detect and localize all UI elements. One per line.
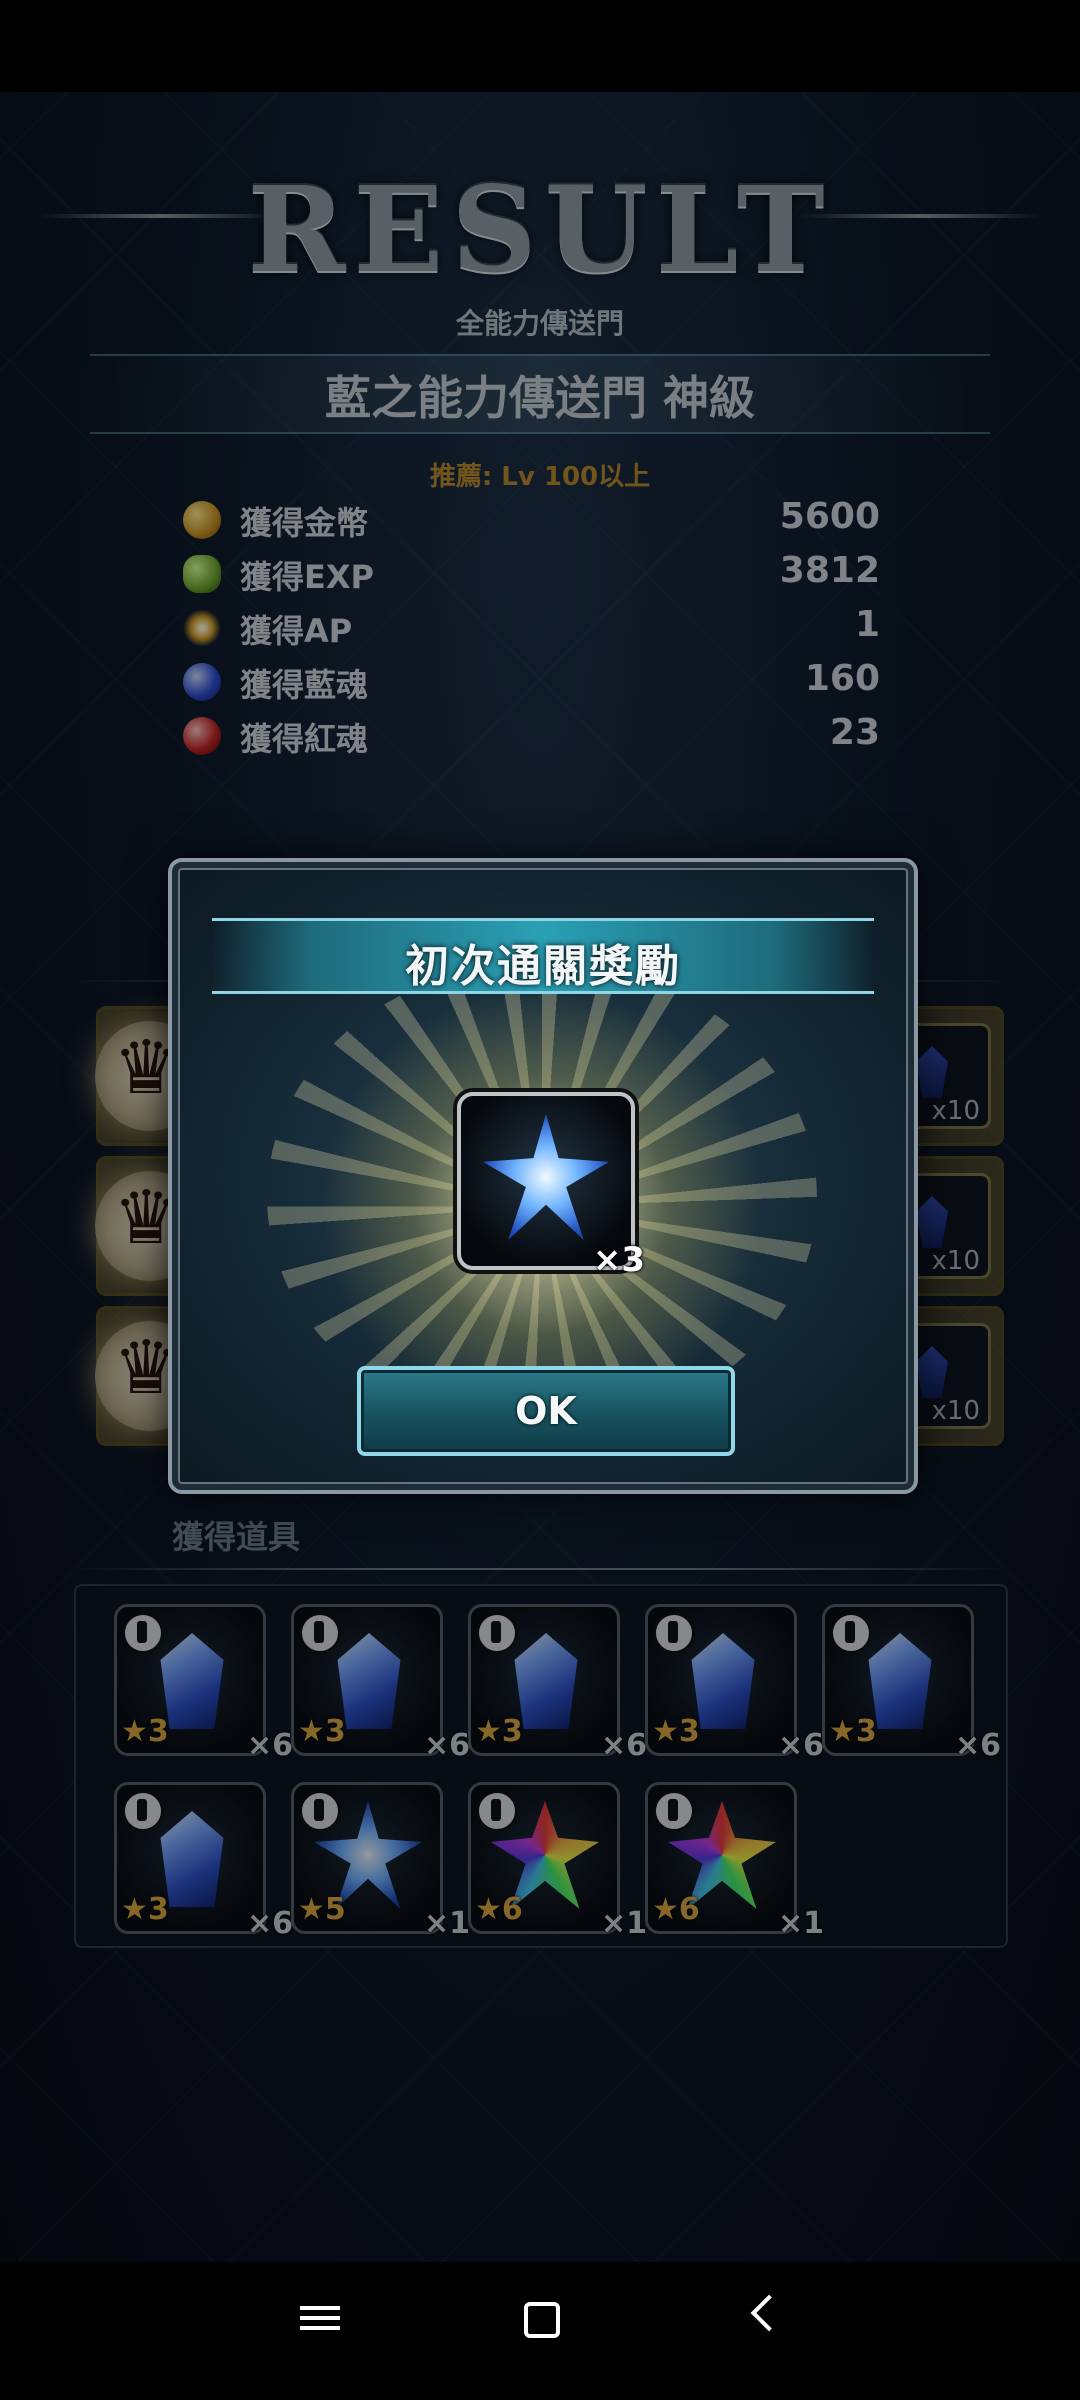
status-bar [0,0,1080,92]
dialog-title: 初次通關獎勵 [405,941,681,992]
result-screen: RESULT 全能力傳送門 藍之能力傳送門 神級 推薦: Lv 100以上 獲得… [0,92,1080,2262]
back-icon[interactable] [750,2294,788,2332]
home-icon[interactable] [524,2302,560,2338]
reward-item-card[interactable]: ×3 [457,1092,645,1280]
star-crystal-icon [483,1114,609,1240]
recent-apps-icon[interactable] [300,2300,340,2340]
ok-button[interactable]: OK [357,1366,735,1456]
system-nav-bar [0,2262,1080,2400]
reward-count: ×3 [592,1240,645,1280]
first-clear-reward-dialog: 初次通關獎勵 ×3 OK [168,858,918,1494]
